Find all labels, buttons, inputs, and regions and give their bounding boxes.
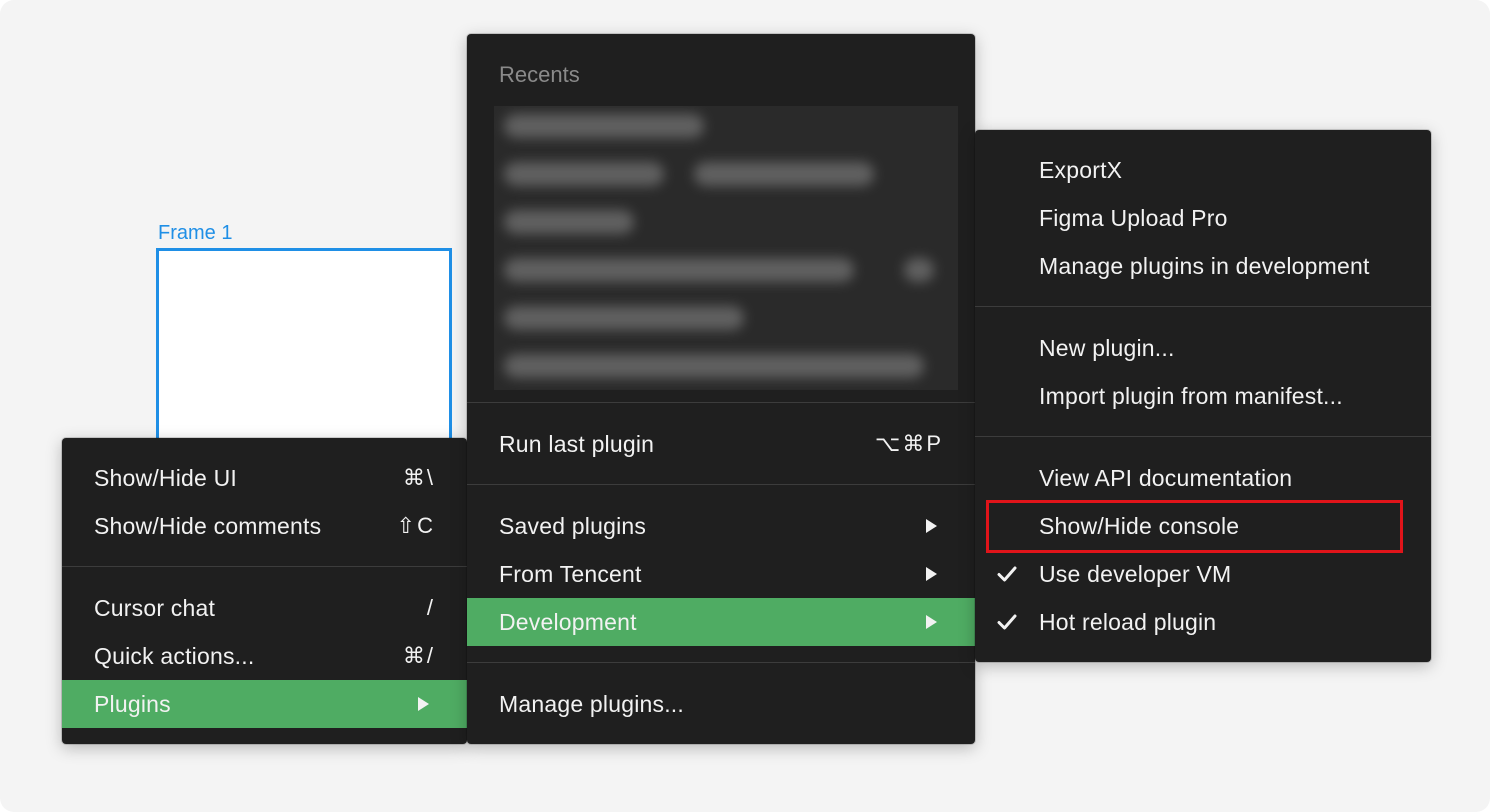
submenu-arrow-icon	[926, 615, 937, 629]
blurred-recent-item	[504, 258, 854, 282]
development-submenu: ExportX Figma Upload Pro Manage plugins …	[975, 130, 1431, 662]
menu-item-from-tencent[interactable]: From Tencent	[467, 550, 975, 598]
blurred-recent-item	[504, 354, 924, 378]
menu-item-label: Quick actions...	[94, 642, 255, 669]
menu-item-hot-reload-plugin[interactable]: Hot reload plugin	[975, 598, 1431, 646]
menu-item-label: ExportX	[1039, 156, 1123, 183]
menu-item-label: Manage plugins in development	[1039, 252, 1370, 279]
menu-item-saved-plugins[interactable]: Saved plugins	[467, 502, 975, 550]
checkmark-icon	[997, 614, 1017, 630]
menu-item-label: Figma Upload Pro	[1039, 204, 1228, 231]
menu-item-label: Saved plugins	[499, 512, 647, 539]
menu-item-label: Show/Hide UI	[94, 464, 238, 491]
menu-item-manage-plugins[interactable]: Manage plugins...	[467, 680, 975, 728]
menu-item-manage-plugins-in-development[interactable]: Manage plugins in development	[975, 242, 1431, 290]
menu-item-quick-actions[interactable]: Quick actions... ⌘/	[62, 632, 467, 680]
menu-item-label: From Tencent	[499, 560, 642, 587]
menu-item-label: Cursor chat	[94, 594, 216, 621]
blurred-recent-item	[504, 306, 744, 330]
menu-item-label: Plugins	[94, 690, 171, 717]
menu-item-label: Development	[499, 608, 637, 635]
menu-item-new-plugin[interactable]: New plugin...	[975, 324, 1431, 372]
menu-item-shortcut: ⌘\	[402, 465, 435, 490]
menu-item-label: New plugin...	[1039, 334, 1175, 361]
menu-item-label: Use developer VM	[1039, 560, 1232, 587]
menu-divider	[62, 566, 467, 567]
menu-divider	[975, 436, 1431, 437]
submenu-arrow-icon	[926, 519, 937, 533]
menu-item-show-hide-comments[interactable]: Show/Hide comments ⇧C	[62, 502, 467, 550]
main-context-menu: Show/Hide UI ⌘\ Show/Hide comments ⇧C Cu…	[62, 438, 467, 744]
blurred-recent-item	[504, 114, 704, 138]
checkmark-icon	[997, 566, 1017, 582]
menu-item-development[interactable]: Development	[467, 598, 975, 646]
menu-item-import-plugin-from-manifest[interactable]: Import plugin from manifest...	[975, 372, 1431, 420]
menu-item-plugins[interactable]: Plugins	[62, 680, 467, 728]
annotation-highlight-box	[986, 500, 1403, 553]
menu-divider	[467, 402, 975, 403]
recents-blurred-list	[494, 106, 958, 390]
menu-item-figma-upload-pro[interactable]: Figma Upload Pro	[975, 194, 1431, 242]
menu-item-label: Manage plugins...	[499, 690, 684, 717]
menu-item-shortcut: ⌥⌘P	[874, 431, 943, 456]
menu-item-shortcut: ⇧C	[396, 513, 435, 538]
frame-label[interactable]: Frame 1	[158, 222, 232, 245]
menu-item-label: Run last plugin	[499, 430, 655, 457]
menu-item-label: Import plugin from manifest...	[1039, 382, 1343, 409]
submenu-arrow-icon	[926, 567, 937, 581]
blurred-recent-item	[904, 258, 934, 282]
menu-item-view-api-documentation[interactable]: View API documentation	[975, 454, 1431, 502]
menu-item-exportx[interactable]: ExportX	[975, 146, 1431, 194]
menu-divider	[975, 306, 1431, 307]
menu-item-show-hide-ui[interactable]: Show/Hide UI ⌘\	[62, 454, 467, 502]
menu-item-shortcut: /	[426, 595, 435, 620]
submenu-arrow-icon	[418, 697, 429, 711]
menu-item-use-developer-vm[interactable]: Use developer VM	[975, 550, 1431, 598]
menu-item-label: View API documentation	[1039, 464, 1293, 491]
recents-header: Recents	[499, 62, 580, 87]
menu-item-run-last-plugin[interactable]: Run last plugin ⌥⌘P	[467, 420, 975, 468]
menu-item-cursor-chat[interactable]: Cursor chat /	[62, 584, 467, 632]
blurred-recent-item	[694, 162, 874, 186]
menu-divider	[467, 484, 975, 485]
blurred-recent-item	[504, 162, 664, 186]
menu-item-label: Show/Hide comments	[94, 512, 322, 539]
menu-item-label: Hot reload plugin	[1039, 608, 1217, 635]
plugins-submenu: Recents Run last plugin ⌥⌘P Saved plugin…	[467, 34, 975, 744]
blurred-recent-item	[504, 210, 634, 234]
menu-item-shortcut: ⌘/	[402, 643, 435, 668]
menu-divider	[467, 662, 975, 663]
